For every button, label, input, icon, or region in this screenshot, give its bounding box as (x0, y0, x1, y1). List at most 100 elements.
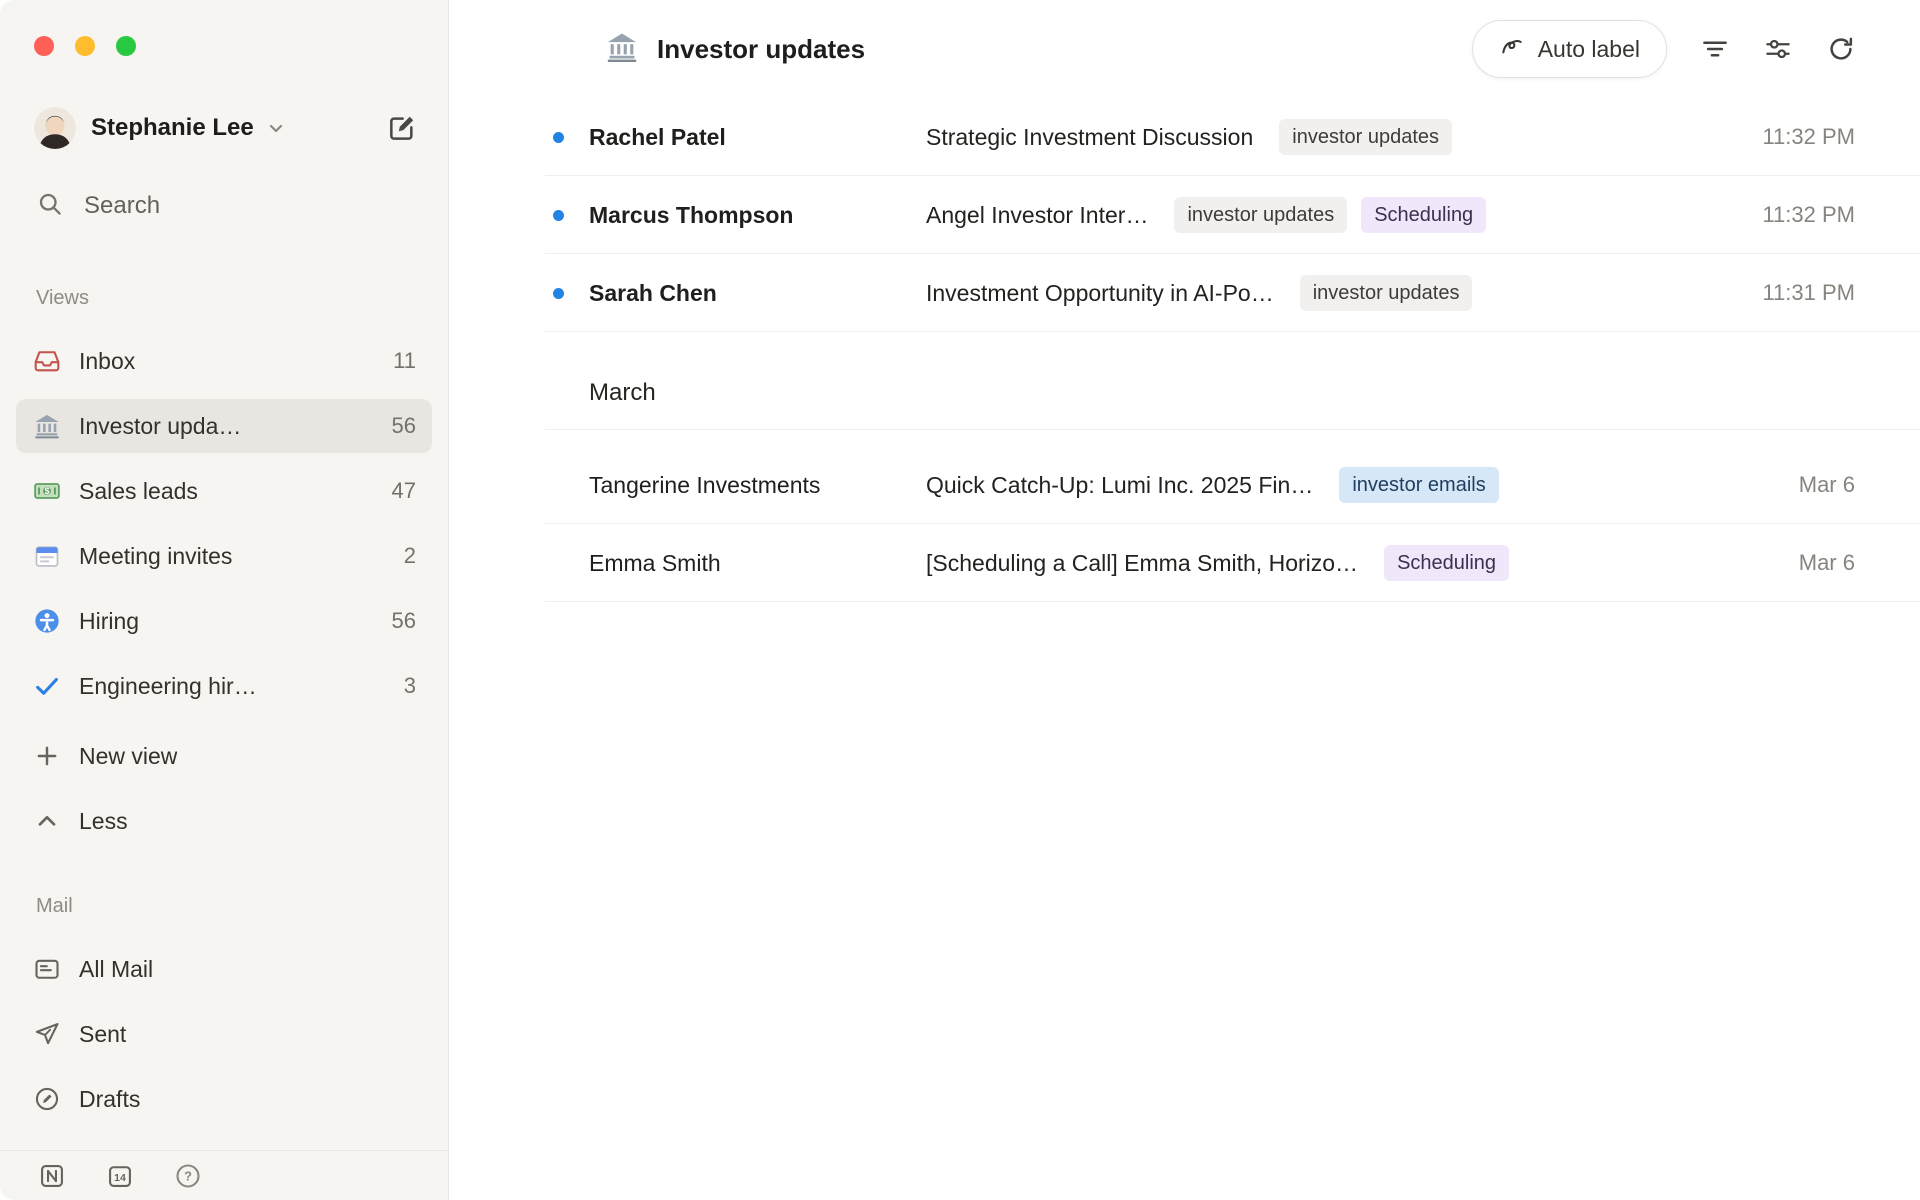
email-row[interactable]: Sarah Chen Investment Opportunity in AI-… (449, 254, 1920, 332)
sidebar-item-all-mail[interactable]: All Mail (16, 942, 432, 996)
sidebar-item-investor-updates[interactable]: Investor upda… 56 (16, 399, 432, 453)
bank-icon (32, 411, 62, 441)
email-subject: [Scheduling a Call] Emma Smith, Horizo… (926, 550, 1358, 577)
calendar-app-icon[interactable]: 14 (106, 1162, 134, 1190)
unread-indicator-col (545, 210, 589, 221)
email-time: Mar 6 (1775, 550, 1855, 576)
unread-indicator (553, 288, 564, 299)
send-icon (32, 1019, 62, 1049)
label-chip[interactable]: Scheduling (1384, 545, 1509, 581)
avatar (34, 107, 76, 149)
sidebar: Stephanie Lee Search Views (0, 0, 449, 1200)
unread-count: 3 (394, 673, 416, 699)
help-icon[interactable]: ? (174, 1162, 202, 1190)
close-window-button[interactable] (34, 36, 54, 56)
email-row[interactable]: Tangerine Investments Quick Catch-Up: Lu… (449, 446, 1920, 524)
sidebar-item-label: Drafts (79, 1086, 140, 1113)
filter-icon[interactable] (1700, 34, 1730, 64)
less-label: Less (79, 808, 128, 835)
unread-indicator-col (545, 288, 589, 299)
email-time: 11:32 PM (1738, 124, 1855, 150)
unread-count: 56 (382, 608, 416, 634)
label-chip[interactable]: investor updates (1279, 119, 1452, 155)
email-sender: Sarah Chen (589, 280, 926, 307)
views-section-label: Views (36, 284, 448, 312)
email-list: Rachel Patel Strategic Investment Discus… (449, 98, 1920, 1200)
mail-section-label: Mail (36, 892, 448, 920)
label-chip[interactable]: investor updates (1300, 275, 1473, 311)
notion-icon[interactable] (38, 1162, 66, 1190)
compose-icon[interactable] (386, 112, 418, 144)
label-chips: investor emails (1339, 467, 1498, 503)
email-time: 11:32 PM (1738, 202, 1855, 228)
sidebar-item-label: Sales leads (79, 478, 198, 505)
label-chips: investor updates Scheduling (1174, 197, 1486, 233)
unread-count: 11 (383, 348, 416, 374)
svg-text:$: $ (45, 486, 50, 496)
email-subject: Investment Opportunity in AI-Po… (926, 280, 1274, 307)
auto-label-button[interactable]: Auto label (1472, 20, 1667, 78)
draft-icon (32, 1084, 62, 1114)
auto-label-text: Auto label (1538, 36, 1640, 63)
sidebar-item-inbox[interactable]: Inbox 11 (16, 334, 432, 388)
sidebar-item-sales-leads[interactable]: $ Sales leads 47 (16, 464, 432, 518)
sidebar-item-hiring[interactable]: Hiring 56 (16, 594, 432, 648)
less-button[interactable]: Less (16, 794, 432, 848)
check-icon (32, 671, 62, 701)
email-sender: Emma Smith (589, 550, 926, 577)
bank-icon (605, 30, 639, 69)
calendar-icon (32, 541, 62, 571)
minimize-window-button[interactable] (75, 36, 95, 56)
chevron-up-icon (32, 806, 62, 836)
label-chips: investor updates (1279, 119, 1452, 155)
search-label: Search (84, 192, 160, 220)
month-section-header: March (449, 356, 1920, 430)
email-subject: Quick Catch-Up: Lumi Inc. 2025 Fin… (926, 472, 1313, 499)
person-icon (32, 606, 62, 636)
sidebar-item-label: Meeting invites (79, 543, 232, 570)
refresh-icon[interactable] (1826, 34, 1856, 64)
chevron-down-icon[interactable] (264, 116, 288, 140)
envelope-icon (32, 954, 62, 984)
sidebar-item-label: Hiring (79, 608, 139, 635)
sidebar-item-drafts[interactable]: Drafts (16, 1072, 432, 1126)
label-chip[interactable]: investor updates (1174, 197, 1347, 233)
email-time: Mar 6 (1775, 472, 1855, 498)
email-sender: Rachel Patel (589, 124, 926, 151)
user-name: Stephanie Lee (91, 114, 254, 142)
month-label: March (589, 379, 656, 407)
sliders-icon[interactable] (1763, 34, 1793, 64)
mail-nav: All Mail Sent Drafts (0, 942, 448, 1126)
unread-indicator (553, 132, 564, 143)
calendar-day: 14 (114, 1172, 126, 1184)
plus-icon (32, 741, 62, 771)
page-title: Investor updates (657, 34, 865, 65)
new-view-button[interactable]: New view (16, 729, 432, 783)
search-icon (36, 190, 64, 223)
sidebar-item-label: All Mail (79, 956, 153, 983)
unread-count: 56 (382, 413, 416, 439)
zoom-window-button[interactable] (116, 36, 136, 56)
email-row[interactable]: Rachel Patel Strategic Investment Discus… (449, 98, 1920, 176)
sidebar-item-sent[interactable]: Sent (16, 1007, 432, 1061)
sidebar-item-meeting-invites[interactable]: Meeting invites 2 (16, 529, 432, 583)
unread-count: 2 (394, 543, 416, 569)
search-button[interactable]: Search (36, 186, 418, 226)
unread-indicator (553, 210, 564, 221)
account-switcher[interactable]: Stephanie Lee (34, 106, 418, 150)
label-chip[interactable]: investor emails (1339, 467, 1498, 503)
unread-indicator-col (545, 558, 589, 569)
sidebar-item-engineering-hiring[interactable]: Engineering hir… 3 (16, 659, 432, 713)
main-content: Investor updates Auto label (449, 0, 1920, 1200)
email-row[interactable]: Marcus Thompson Angel Investor Inter… in… (449, 176, 1920, 254)
sidebar-item-label: Investor upda… (79, 413, 241, 440)
app-window: Stephanie Lee Search Views (0, 0, 1920, 1200)
email-row[interactable]: Emma Smith [Scheduling a Call] Emma Smit… (449, 524, 1920, 602)
money-icon: $ (32, 476, 62, 506)
sidebar-footer: 14 ? (0, 1150, 448, 1200)
inbox-tray-icon (32, 346, 62, 376)
sidebar-item-label: Inbox (79, 348, 135, 375)
label-chip[interactable]: Scheduling (1361, 197, 1486, 233)
unread-indicator-col (545, 480, 589, 491)
email-sender: Marcus Thompson (589, 202, 926, 229)
